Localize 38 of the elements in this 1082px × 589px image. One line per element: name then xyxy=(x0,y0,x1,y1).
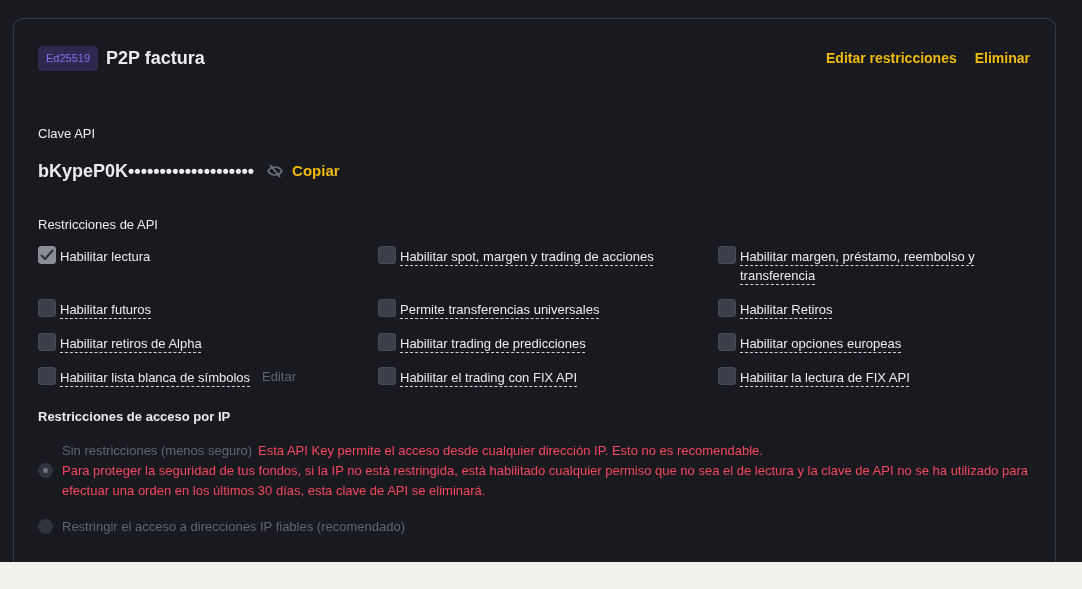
permission-label: Habilitar retiros de Alpha xyxy=(60,335,202,353)
checkbox[interactable] xyxy=(38,246,56,264)
permission-label: Habilitar lista blanca de símbolos xyxy=(60,369,251,387)
section-label: Clave API xyxy=(38,125,97,143)
permission-label: Habilitar futuros xyxy=(60,301,152,319)
permission-label: Habilitar opciones europeas xyxy=(740,335,902,353)
checkbox[interactable] xyxy=(718,333,736,351)
permission-label: Habilitar margen, préstamo, reembolso y transferencia xyxy=(740,248,976,285)
hide-icon[interactable] xyxy=(267,164,284,178)
permission-label: Permite transferencias universales xyxy=(400,301,600,319)
action-link[interactable]: Eliminar xyxy=(974,48,1030,69)
permission-label: Habilitar la lectura de FIX API xyxy=(740,369,910,387)
permission-label: Habilitar trading de predicciones xyxy=(400,335,586,353)
checkbox[interactable] xyxy=(38,367,56,385)
api-key-name: P2P factura xyxy=(106,47,205,70)
checkbox[interactable] xyxy=(38,299,56,317)
api-key-value: bKypeP0K•••••••••••••••••••• xyxy=(38,159,255,183)
warning-text: Esta API Key permite el acceso desde cualquier dirección IP. Esto no es recomendable. xyxy=(258,442,763,458)
key-type-badge: Ed25519 xyxy=(38,46,99,71)
copy-link[interactable]: Copiar xyxy=(292,159,340,183)
checkbox[interactable] xyxy=(378,367,396,385)
checkbox[interactable] xyxy=(718,367,736,385)
warning-text: Para proteger la seguridad de tus fondos, si la IP no está restringida, está habilitado cualquier permiso que no sea el de lectura y la clave de API no se ha utilizado para efectuar una orden en los últimos 30 días, esta clave de API se eliminará. xyxy=(62,461,1029,500)
section-label: Restricciones de acceso por IP xyxy=(38,408,232,426)
section-label: Restricciones de API xyxy=(38,215,159,234)
checkbox[interactable] xyxy=(378,299,396,317)
checkbox[interactable] xyxy=(718,246,736,264)
permission-label: Habilitar lectura xyxy=(60,248,151,266)
checkbox[interactable] xyxy=(378,246,396,264)
checkbox[interactable] xyxy=(718,299,736,317)
permission-label: Habilitar Retiros xyxy=(740,301,833,319)
checkbox[interactable] xyxy=(38,333,56,351)
action-link[interactable]: Editar restricciones xyxy=(826,48,957,69)
permission-label: Habilitar el trading con FIX API xyxy=(400,369,578,387)
checkbox[interactable] xyxy=(378,333,396,351)
radio-label: Restringir el acceso a direcciones IP fiables (recomendado) xyxy=(62,518,405,534)
permission-label: Habilitar spot, margen y trading de acciones xyxy=(400,248,654,266)
radio-label: Sin restricciones (menos seguro) xyxy=(62,442,253,458)
